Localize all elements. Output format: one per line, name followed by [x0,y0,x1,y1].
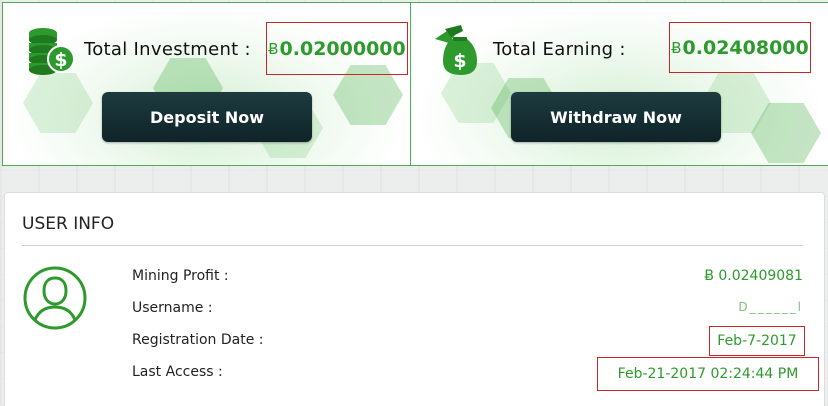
title-divider [22,245,803,246]
withdraw-now-button[interactable]: Withdraw Now [511,92,721,142]
total-investment-amount: 0.02000000 [279,37,406,60]
user-avatar-icon [23,266,87,330]
last-access-label: Last Access : [132,364,223,380]
currency-symbol: Ƀ [671,38,682,57]
user-info-title: USER INFO [22,214,115,234]
total-earning-value: Ƀ 0.02408000 [669,22,811,73]
username-label: Username : [132,300,213,316]
mining-profit-value: Ƀ 0.02409081 [704,268,803,284]
coin-stack-dollar-icon: $ [29,28,75,75]
user-info-card: USER INFO Mining Profit : Ƀ 0.02409081 U… [4,192,825,406]
total-earning-label: Total Earning : [493,39,626,60]
registration-date-label: Registration Date : [132,332,264,348]
svg-text:$: $ [453,50,466,72]
total-earning-amount: 0.02408000 [682,36,809,59]
last-access-value: Feb-21-2017 02:24:44 PM [597,357,819,391]
total-investment-label: Total Investment : [84,39,251,60]
deposit-now-button[interactable]: Deposit Now [102,92,312,142]
registration-date-value: Feb-7-2017 [709,326,805,356]
currency-symbol: Ƀ [268,39,279,58]
earning-panel: $ Total Earning : Ƀ 0.02408000 Withdraw … [411,3,828,165]
stats-panel: $ Total Investment : Ƀ 0.02000000 Deposi… [2,2,828,166]
investment-panel: $ Total Investment : Ƀ 0.02000000 Deposi… [3,3,410,165]
hex-decor [23,73,93,133]
mining-profit-label: Mining Profit : [132,268,229,284]
total-investment-value: Ƀ 0.02000000 [266,22,408,75]
svg-text:$: $ [54,49,67,71]
money-bag-hand-icon: $ [435,25,477,75]
username-value: D______l [738,300,803,314]
